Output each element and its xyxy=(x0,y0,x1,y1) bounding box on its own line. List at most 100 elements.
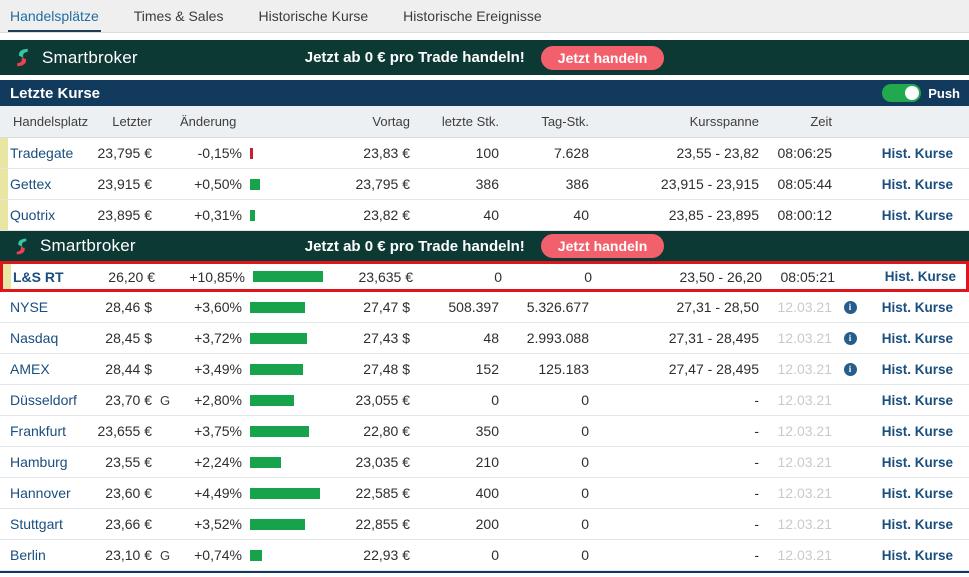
change-bar-cell xyxy=(245,385,345,415)
quote-time: 12.03.21 xyxy=(762,416,835,446)
price-range: - xyxy=(592,447,762,477)
last-volume: 350 xyxy=(413,416,502,446)
hist-kurse-link[interactable]: Hist. Kurse xyxy=(865,138,969,168)
quote-time: 12.03.21 xyxy=(762,292,835,322)
day-volume: 7.628 xyxy=(502,138,592,168)
table-row-l-s-rt[interactable]: L&S RT26,20 €+10,85%23,635 €0023,50 - 26… xyxy=(0,261,969,292)
price-range: 23,915 - 23,915 xyxy=(592,169,762,199)
change-bar xyxy=(250,519,305,530)
prev-close: 23,795 € xyxy=(345,169,413,199)
hist-kurse-link[interactable]: Hist. Kurse xyxy=(865,385,969,415)
change-percent: +3,75% xyxy=(175,416,245,446)
header-tag-stk-: Tag-Stk. xyxy=(502,106,592,137)
hist-kurse-link[interactable]: Hist. Kurse xyxy=(865,200,969,230)
banner-text: Jetzt ab 0 € pro Trade handeln! xyxy=(305,49,525,66)
table-row-nyse[interactable]: NYSE28,46 $+3,60%27,47 $508.3975.326.677… xyxy=(0,292,969,323)
table-header: HandelsplatzLetzterÄnderungVortagletzte … xyxy=(0,106,969,138)
table-row-berlin[interactable]: Berlin23,10 €G+0,74%22,93 €00-12.03.21Hi… xyxy=(0,540,969,571)
realtime-marker xyxy=(0,323,8,353)
realtime-marker xyxy=(3,264,11,289)
realtime-marker xyxy=(0,416,8,446)
table-row-gettex[interactable]: Gettex23,915 €+0,50%23,795 €38638623,915… xyxy=(0,169,969,200)
table-row-hannover[interactable]: Hannover23,60 €+4,49%22,585 €4000-12.03.… xyxy=(0,478,969,509)
push-toggle[interactable] xyxy=(882,84,921,102)
venue-link[interactable]: Quotrix xyxy=(8,200,95,230)
hist-kurse-link[interactable]: Hist. Kurse xyxy=(865,354,969,384)
venue-link[interactable]: L&S RT xyxy=(11,264,98,289)
venue-link[interactable]: Stuttgart xyxy=(8,509,95,539)
change-percent: +0,74% xyxy=(175,540,245,570)
prev-close: 22,585 € xyxy=(345,478,413,508)
hist-kurse-link[interactable]: Hist. Kurse xyxy=(865,169,969,199)
tab-historische-ereignisse[interactable]: Historische Ereignisse xyxy=(403,0,542,33)
last-price: 23,70 € xyxy=(95,385,155,415)
table-row-hamburg[interactable]: Hamburg23,55 €+2,24%23,035 €2100-12.03.2… xyxy=(0,447,969,478)
venue-link[interactable]: AMEX xyxy=(8,354,95,384)
jetzt-handeln-button[interactable]: Jetzt handeln xyxy=(541,46,664,70)
price-suffix xyxy=(155,138,175,168)
jetzt-handeln-button[interactable]: Jetzt handeln xyxy=(541,234,664,258)
hist-kurse-link[interactable]: Hist. Kurse xyxy=(865,478,969,508)
realtime-marker xyxy=(0,354,8,384)
tab-handelspl-tze[interactable]: Handelsplätze xyxy=(10,0,99,33)
quote-time: 08:05:44 xyxy=(762,169,835,199)
venue-link[interactable]: Gettex xyxy=(8,169,95,199)
day-volume: 40 xyxy=(502,200,592,230)
table-row-tradegate[interactable]: Tradegate23,795 €-0,15%23,83 €1007.62823… xyxy=(0,138,969,169)
change-bar xyxy=(250,210,255,221)
info-cell xyxy=(835,200,865,230)
price-range: - xyxy=(592,540,762,570)
info-cell xyxy=(835,478,865,508)
venue-link[interactable]: NYSE xyxy=(8,292,95,322)
smartbroker-logo: Smartbroker xyxy=(12,40,138,75)
change-bar-cell xyxy=(248,264,348,289)
venue-link[interactable]: Frankfurt xyxy=(8,416,95,446)
last-volume: 152 xyxy=(413,354,502,384)
table-row-stuttgart[interactable]: Stuttgart23,66 €+3,52%22,855 €2000-12.03… xyxy=(0,509,969,540)
price-suffix: G xyxy=(155,540,175,570)
venue-link[interactable]: Tradegate xyxy=(8,138,95,168)
info-icon[interactable]: i xyxy=(844,332,857,345)
table-row-quotrix[interactable]: Quotrix23,895 €+0,31%23,82 €404023,85 - … xyxy=(0,200,969,231)
change-bar xyxy=(250,302,305,313)
smartbroker-ad-banner-inline[interactable]: Smartbroker Jetzt ab 0 € pro Trade hande… xyxy=(0,231,969,261)
day-volume: 125.183 xyxy=(502,354,592,384)
tab-historische-kurse[interactable]: Historische Kurse xyxy=(258,0,368,33)
venue-link[interactable]: Berlin xyxy=(8,540,95,570)
day-volume: 2.993.088 xyxy=(502,323,592,353)
hist-kurse-link[interactable]: Hist. Kurse xyxy=(865,509,969,539)
price-suffix xyxy=(155,478,175,508)
table-row-d-sseldorf[interactable]: Düsseldorf23,70 €G+2,80%23,055 €00-12.03… xyxy=(0,385,969,416)
handelsplaetze-page: Handelsplätze Times & Sales Historische Ku… xyxy=(0,0,969,573)
venue-link[interactable]: Nasdaq xyxy=(8,323,95,353)
quote-time: 12.03.21 xyxy=(762,540,835,570)
day-volume: 0 xyxy=(505,264,595,289)
info-icon[interactable]: i xyxy=(844,363,857,376)
day-volume: 0 xyxy=(502,416,592,446)
price-suffix xyxy=(155,169,175,199)
change-percent: +2,24% xyxy=(175,447,245,477)
hist-kurse-link[interactable]: Hist. Kurse xyxy=(868,264,969,289)
hist-kurse-link[interactable]: Hist. Kurse xyxy=(865,540,969,570)
header-handelsplatz: Handelsplatz xyxy=(8,106,95,137)
hist-kurse-link[interactable]: Hist. Kurse xyxy=(865,416,969,446)
hist-kurse-link[interactable]: Hist. Kurse xyxy=(865,292,969,322)
realtime-marker xyxy=(0,138,8,168)
smartbroker-ad-banner-top[interactable]: Smartbroker Jetzt ab 0 € pro Trade hande… xyxy=(0,40,969,75)
table-row-amex[interactable]: AMEX28,44 $+3,49%27,48 $152125.18327,47 … xyxy=(0,354,969,385)
table-row-frankfurt[interactable]: Frankfurt23,655 €+3,75%22,80 €3500-12.03… xyxy=(0,416,969,447)
venue-link[interactable]: Hamburg xyxy=(8,447,95,477)
tab-times-sales[interactable]: Times & Sales xyxy=(134,0,224,33)
quote-time: 12.03.21 xyxy=(762,509,835,539)
venue-link[interactable]: Düsseldorf xyxy=(8,385,95,415)
venue-link[interactable]: Hannover xyxy=(8,478,95,508)
change-bar xyxy=(250,364,303,375)
change-bar-cell xyxy=(245,138,345,168)
price-suffix: G xyxy=(155,385,175,415)
price-suffix xyxy=(155,323,175,353)
hist-kurse-link[interactable]: Hist. Kurse xyxy=(865,323,969,353)
hist-kurse-link[interactable]: Hist. Kurse xyxy=(865,447,969,477)
info-icon[interactable]: i xyxy=(844,301,857,314)
change-bar-cell xyxy=(245,354,345,384)
table-row-nasdaq[interactable]: Nasdaq28,45 $+3,72%27,43 $482.993.08827,… xyxy=(0,323,969,354)
